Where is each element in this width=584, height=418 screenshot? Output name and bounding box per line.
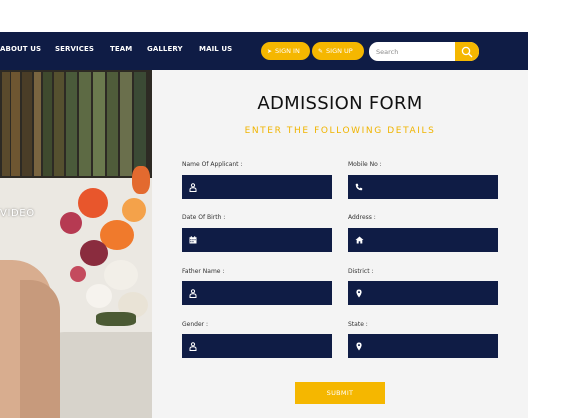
sign-up-button[interactable]: ✎ SIGN UP — [312, 42, 364, 60]
home-icon — [354, 235, 364, 245]
state-label: State : — [348, 321, 368, 328]
nav-link-gallery[interactable]: GALLERY — [147, 45, 183, 53]
search-icon — [461, 46, 473, 57]
nav-link-about-us[interactable]: ABOUT US — [0, 45, 41, 53]
user-icon — [188, 182, 198, 192]
state-input[interactable] — [368, 334, 496, 358]
name-of-applicant-input[interactable] — [202, 175, 330, 199]
district-label: District : — [348, 268, 374, 275]
sign-up-label: SIGN UP — [326, 47, 353, 55]
father-name-input[interactable] — [202, 281, 330, 305]
sign-in-label: SIGN IN — [275, 47, 300, 55]
map-marker-icon — [354, 341, 364, 351]
date-of-birth-field[interactable] — [182, 228, 332, 252]
calendar-icon — [188, 235, 198, 245]
district-input[interactable] — [368, 281, 496, 305]
address-label: Address : — [348, 214, 376, 221]
edit-icon: ✎ — [318, 47, 324, 55]
date-of-birth-input[interactable] — [202, 228, 330, 252]
form-subtitle: ENTER THE FOLLOWING DETAILS — [244, 126, 436, 136]
video-label[interactable]: VIDEO — [0, 208, 35, 219]
search-button[interactable] — [455, 42, 479, 61]
search-bar — [369, 42, 479, 61]
nav-link-mail-us[interactable]: MAIL US — [199, 45, 232, 53]
mobile-no-label: Mobile No : — [348, 161, 382, 168]
mobile-no-field[interactable] — [348, 175, 498, 199]
flower-decoration — [78, 188, 108, 218]
father-name-label: Father Name : — [182, 268, 225, 275]
user-icon — [188, 288, 198, 298]
district-field[interactable] — [348, 281, 498, 305]
gender-label: Gender : — [182, 321, 209, 328]
search-input[interactable] — [369, 42, 455, 61]
sign-in-icon: ➤ — [267, 47, 273, 55]
father-name-field[interactable] — [182, 281, 332, 305]
address-input[interactable] — [368, 228, 496, 252]
state-field[interactable] — [348, 334, 498, 358]
gender-field[interactable] — [182, 334, 332, 358]
page: ABOUT US SERVICES TEAM GALLERY MAIL US ➤… — [0, 0, 584, 418]
phone-icon — [354, 182, 364, 192]
name-of-applicant-field[interactable] — [182, 175, 332, 199]
sign-in-button[interactable]: ➤ SIGN IN — [261, 42, 310, 60]
user-icon — [188, 341, 198, 351]
chair-shape — [46, 332, 152, 418]
mobile-no-input[interactable] — [368, 175, 496, 199]
map-marker-icon — [354, 288, 364, 298]
address-field[interactable] — [348, 228, 498, 252]
date-of-birth-label: Date Of Birth : — [182, 214, 226, 221]
nav-link-services[interactable]: SERVICES — [55, 45, 94, 53]
submit-button[interactable]: SUBMIT — [295, 382, 385, 404]
nav-link-team[interactable]: TEAM — [110, 45, 132, 53]
gender-input[interactable] — [202, 334, 330, 358]
hero-photo — [0, 70, 152, 418]
form-title: ADMISSION FORM — [257, 93, 423, 114]
name-of-applicant-label: Name Of Applicant : — [182, 161, 243, 168]
